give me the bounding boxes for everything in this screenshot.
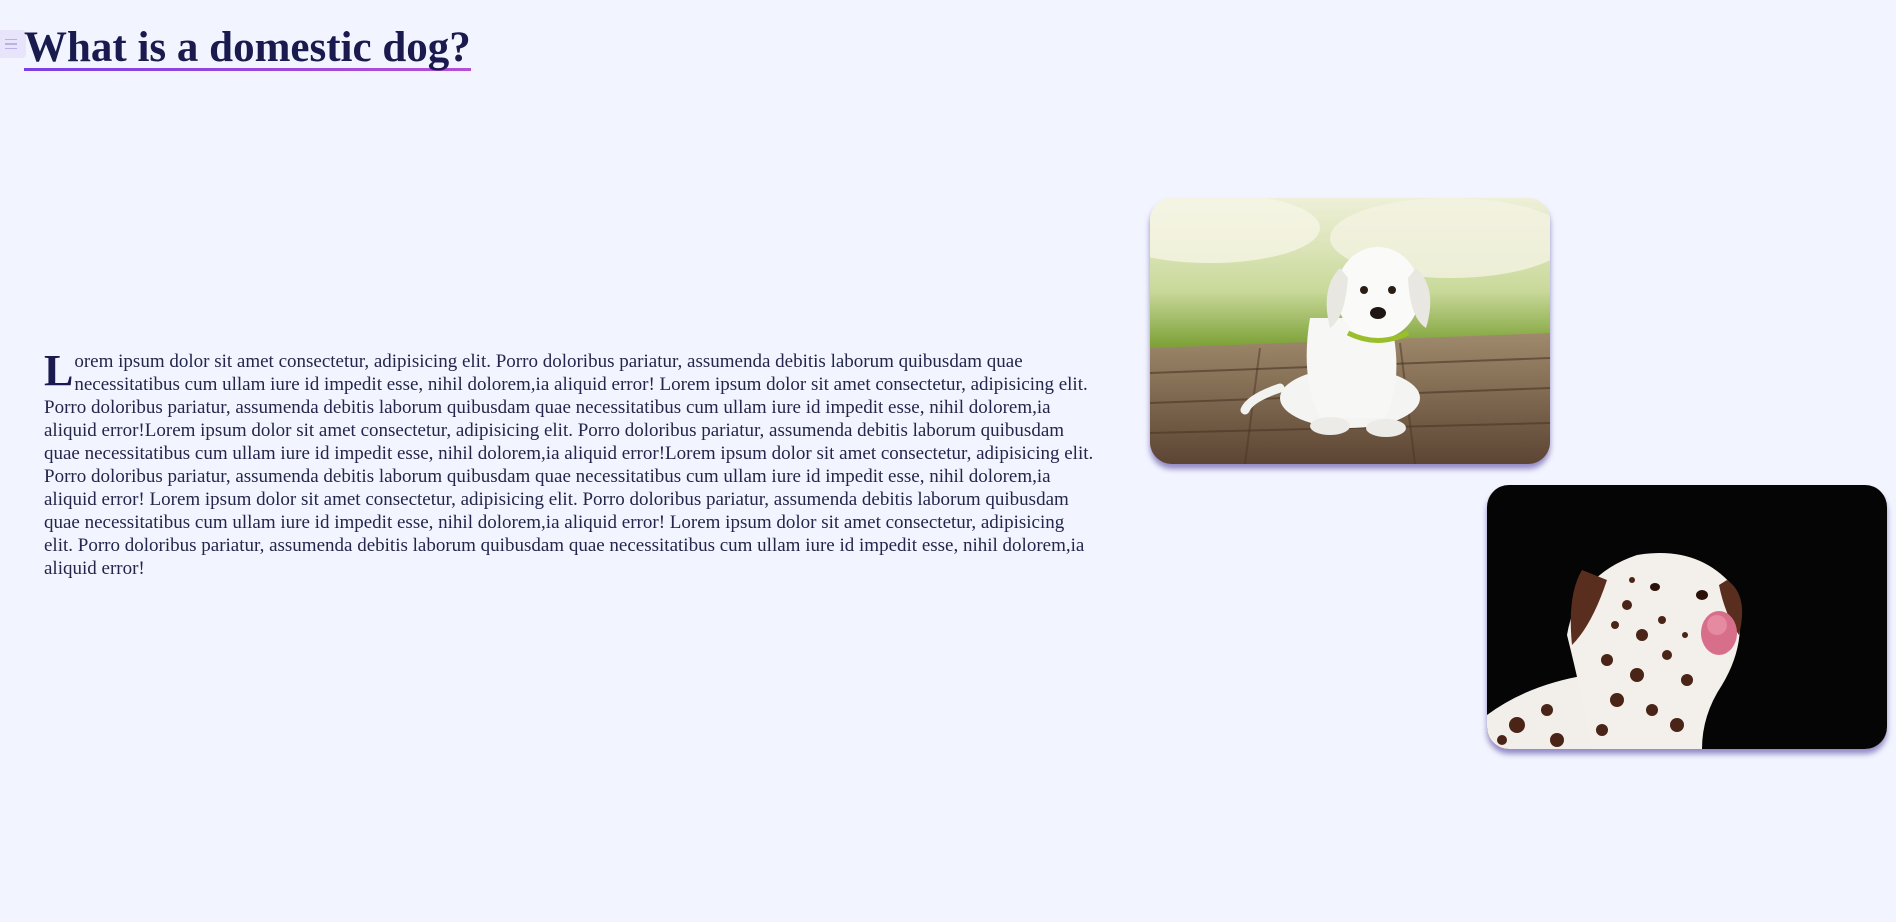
article-body-text: orem ipsum dolor sit amet consectetur, a…: [44, 351, 1094, 579]
article-paragraph: Lorem ipsum dolor sit amet consectetur, …: [44, 346, 1094, 580]
menu-line: [5, 47, 17, 50]
drop-cap: L: [44, 346, 74, 395]
menu-line: [5, 43, 17, 45]
page-title: What is a domestic dog?: [24, 22, 471, 74]
hamburger-menu-icon[interactable]: [0, 30, 26, 58]
dalmatian-photo: [1487, 485, 1887, 749]
menu-line: [5, 38, 17, 41]
white-puppy-photo: [1150, 198, 1550, 464]
